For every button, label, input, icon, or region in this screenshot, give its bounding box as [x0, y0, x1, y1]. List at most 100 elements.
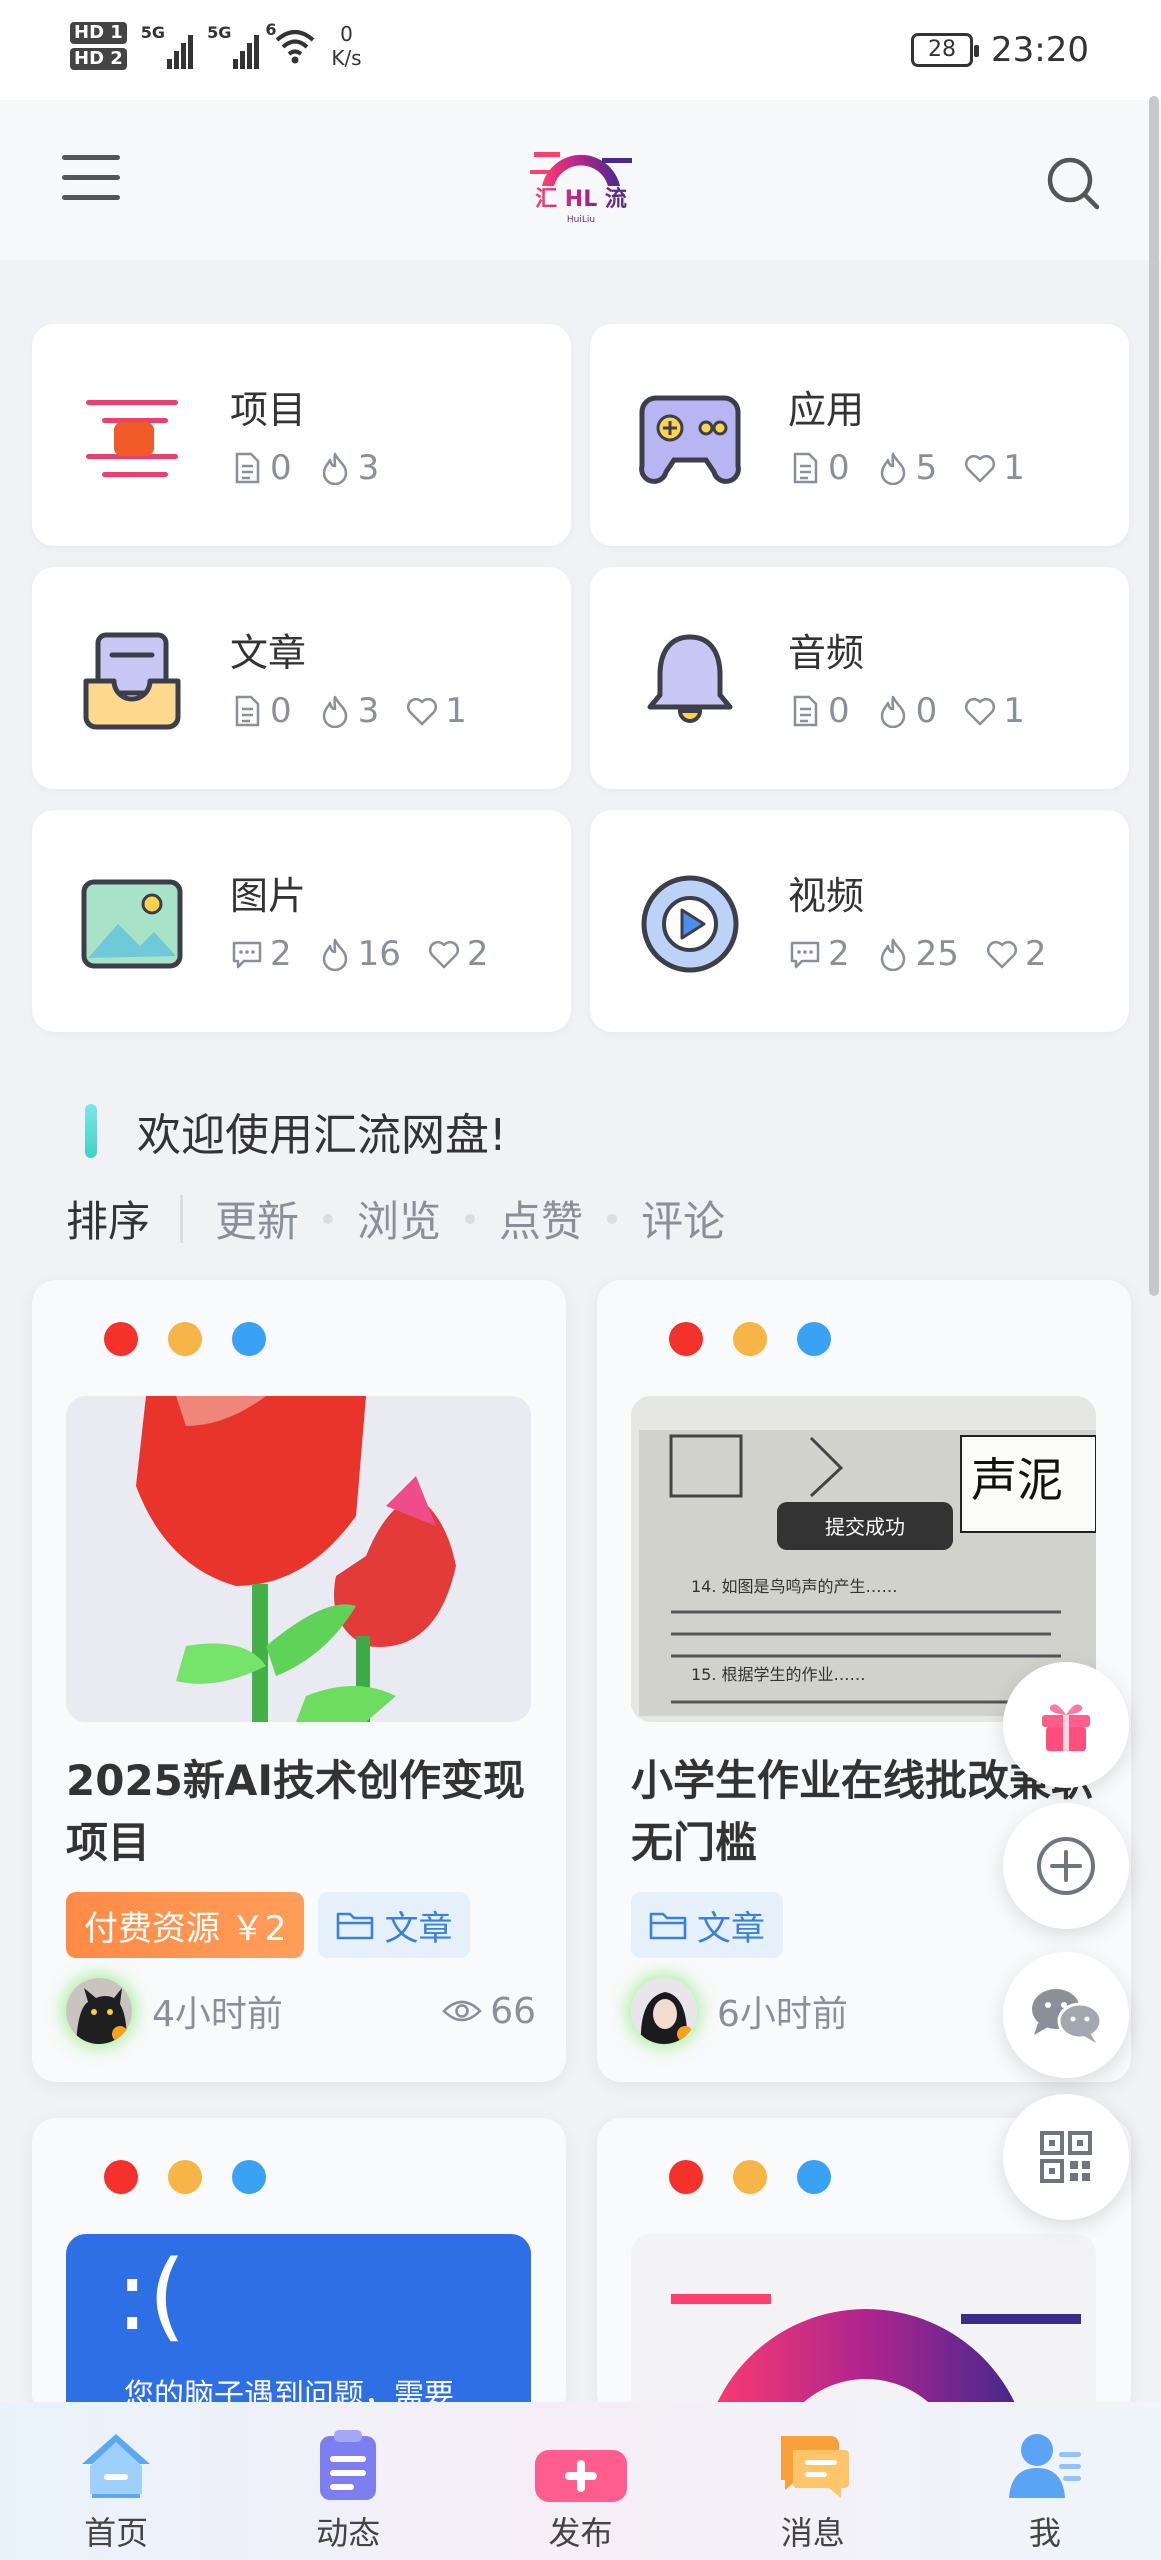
nav-publish[interactable]: 发布	[464, 2402, 696, 2560]
nav-feed[interactable]: 动态	[232, 2402, 464, 2560]
docs-stat: 0	[230, 448, 292, 488]
category-card-projects[interactable]: 项目 0 3	[32, 324, 571, 546]
scrollbar[interactable]	[1149, 96, 1159, 1296]
nav-messages[interactable]: 消息	[697, 2402, 929, 2560]
category-title: 音频	[788, 631, 865, 675]
post-card[interactable]: 2025新AI技术创作变现项目 付费资源 ￥2 文章 4小时前 66	[32, 1280, 566, 2082]
home-icon	[82, 2434, 151, 2498]
network-type-2: 5G	[207, 23, 232, 42]
logo-text: 汇 HL 流	[535, 186, 627, 212]
hot-stat: 5	[876, 448, 937, 488]
likes-count: 1	[445, 691, 467, 731]
logo-subtext: HuiLiu	[567, 215, 595, 225]
qr-code-button[interactable]	[1003, 2094, 1129, 2220]
app-header: 汇 HL 流 HuiLiu	[0, 100, 1161, 260]
category-card-videos[interactable]: 视频 2 25 2	[590, 810, 1129, 1032]
separator-dot	[607, 1213, 618, 1224]
sort-option-views[interactable]: 浏览	[357, 1188, 441, 1249]
category-card-audio[interactable]: 音频 0 0 1	[590, 567, 1129, 789]
battery-icon: 28	[911, 33, 980, 67]
dot-yellow	[733, 2160, 767, 2194]
net-speed-value: 0	[340, 22, 353, 46]
post-thumbnail[interactable]	[66, 1396, 531, 1722]
likes-count: 2	[466, 934, 489, 974]
toast-submitted: 提交成功	[825, 1515, 905, 1539]
avatar[interactable]	[631, 1978, 697, 2044]
category-card-apps[interactable]: 应用 0 5 1	[590, 324, 1129, 546]
search-icon[interactable]	[1045, 155, 1101, 211]
post-tags: 付费资源 ￥2 文章	[66, 1892, 471, 1958]
comment-icon	[790, 941, 820, 969]
heart-icon	[986, 940, 1017, 969]
hot-stat: 25	[876, 934, 959, 974]
nav-home[interactable]: 首页	[0, 2402, 232, 2560]
nav-me[interactable]: 我	[929, 2402, 1161, 2560]
hot-stat: 0	[876, 691, 937, 731]
likes-stat: 1	[405, 691, 467, 731]
category-tag[interactable]: 文章	[318, 1892, 471, 1958]
category-title: 图片	[230, 874, 307, 918]
post-title[interactable]: 2025新AI技术创作变现项目	[66, 1750, 536, 1874]
app-logo[interactable]: 汇 HL 流 HuiLiu	[520, 128, 642, 228]
post-views: 66	[442, 1991, 536, 2032]
avatar[interactable]	[66, 1978, 132, 2044]
sort-option-update[interactable]: 更新	[215, 1188, 299, 1249]
sim-indicators: HD 1 HD 2	[70, 22, 127, 70]
comments-count: 2	[270, 934, 292, 974]
category-stats: 0 0 1	[788, 691, 1025, 731]
dot-red	[104, 2160, 138, 2194]
dot-yellow	[168, 2160, 202, 2194]
nav-label: 首页	[84, 2514, 149, 2552]
document-icon	[235, 695, 260, 727]
wechat-button[interactable]	[1003, 1952, 1129, 2078]
likes-count: 1	[1003, 448, 1025, 488]
add-button[interactable]	[1003, 1803, 1129, 1929]
document-icon	[793, 452, 818, 484]
post-thumbnail[interactable]	[631, 2234, 1096, 2418]
nav-label: 消息	[780, 2514, 845, 2552]
publish-plus-icon	[534, 2450, 627, 2502]
wifi-icon: 6	[265, 20, 317, 66]
hot-count: 16	[357, 934, 401, 974]
likes-stat: 1	[963, 448, 1025, 488]
homework-line-2: 15. 根据学生的作业……	[691, 1665, 866, 1684]
folder-icon	[649, 1912, 687, 1940]
sort-option-likes[interactable]: 点赞	[499, 1188, 583, 1249]
post-thumbnail[interactable]: 声泥 提交成功 14. 如图是鸟鸣声的产生…… 15. 根据学生的作业……	[631, 1396, 1096, 1722]
net-speed-unit: K/s	[331, 46, 362, 70]
status-bar: HD 1 HD 2 5G 5G 6 0 K/s 28 23:20	[0, 0, 1161, 100]
comments-stat: 2	[230, 934, 292, 974]
hot-stat: 16	[318, 934, 401, 974]
sort-bar: 排序 更新 浏览 点赞 评论	[66, 1188, 725, 1249]
category-card-images[interactable]: 图片 2 16 2	[32, 810, 571, 1032]
document-icon	[793, 695, 818, 727]
docs-count: 0	[270, 691, 292, 731]
heart-icon	[965, 697, 996, 726]
sort-option-comments[interactable]: 评论	[641, 1188, 725, 1249]
inbox-icon	[83, 632, 181, 730]
logo-thumbnail	[671, 2294, 1081, 2418]
sort-label: 排序	[66, 1197, 151, 1246]
homework-photo: 声泥 提交成功 14. 如图是鸟鸣声的产生…… 15. 根据学生的作业……	[631, 1396, 1096, 1722]
likes-stat: 2	[427, 934, 489, 974]
category-tag[interactable]: 文章	[631, 1892, 783, 1958]
post-time: 6小时前	[717, 1994, 848, 2035]
window-dots	[104, 2160, 266, 2194]
hot-count: 3	[357, 448, 380, 488]
nav-label: 动态	[316, 2514, 381, 2552]
dot-blue	[797, 1322, 831, 1356]
flame-icon	[322, 695, 347, 728]
post-card[interactable]: :( 您的脑子遇到问题，需要	[32, 2118, 566, 2418]
category-card-articles[interactable]: 文章 0 3 1	[32, 567, 571, 789]
paid-resource-tag: 付费资源 ￥2	[66, 1892, 305, 1958]
gift-button[interactable]	[1003, 1662, 1129, 1788]
comments-count: 2	[828, 934, 850, 974]
menu-button[interactable]	[62, 155, 120, 205]
gamepad-icon	[639, 395, 741, 484]
cat-avatar-image	[66, 1978, 132, 2044]
post-thumbnail[interactable]: :( 您的脑子遇到问题，需要	[66, 2234, 531, 2418]
flame-icon	[880, 452, 905, 485]
category-stats: 2 25 2	[788, 934, 1047, 974]
folder-icon	[337, 1912, 374, 1940]
docs-stat: 0	[788, 691, 850, 731]
